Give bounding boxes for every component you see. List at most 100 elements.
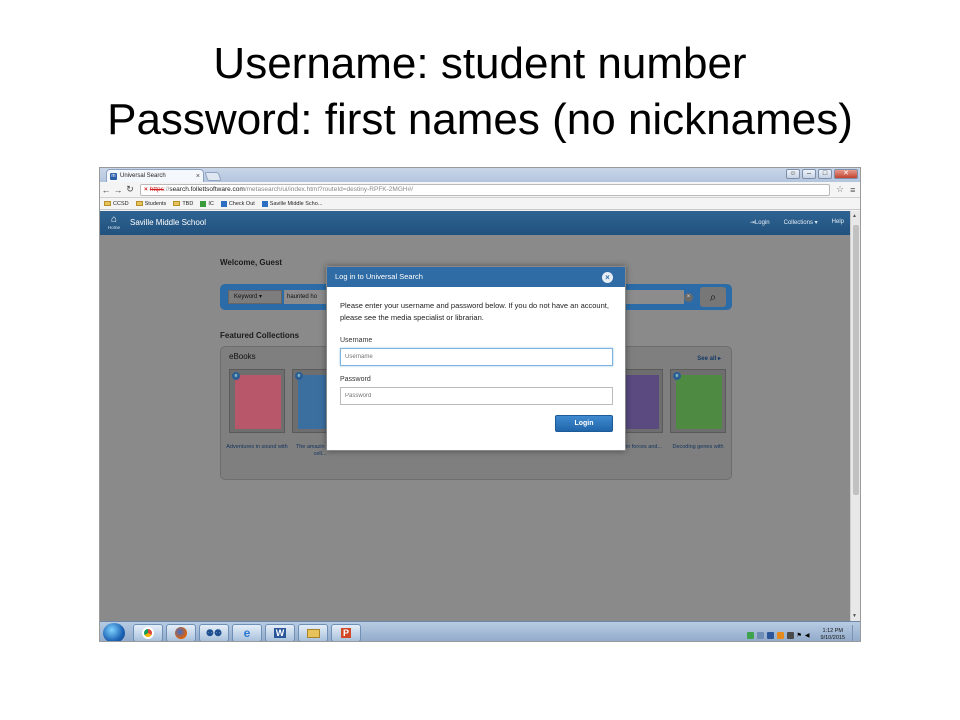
start-button-icon[interactable] (103, 623, 125, 641)
scroll-up-icon[interactable]: ▲ (852, 213, 857, 219)
folder-icon (135, 201, 143, 206)
forward-icon[interactable]: → (112, 185, 124, 195)
powerpoint-icon[interactable]: P (331, 624, 361, 641)
window-close-icon[interactable]: ✕ (834, 169, 858, 179)
bookmark-tbd[interactable]: TBD (173, 201, 193, 207)
ebook-badge-icon: e (295, 372, 303, 380)
page-scrollbar[interactable]: ▲ ▼ (850, 211, 860, 621)
folder-icon (104, 201, 111, 206)
book-card[interactable]: e (229, 369, 285, 433)
book-title-link[interactable]: Adventures in sound with (226, 444, 288, 451)
tray-app-icon[interactable] (776, 631, 784, 639)
ebook-badge-icon: e (673, 372, 681, 380)
school-name: Saville Middle School (130, 218, 207, 227)
bookmark-students[interactable]: Students (135, 201, 166, 207)
user-icon[interactable]: ☺ (786, 169, 800, 179)
home-label: Home (107, 225, 120, 230)
search-type-select[interactable]: Keyword ▾ (228, 290, 282, 304)
ic-icon (200, 200, 207, 207)
slide-title: Username: student number Password: first… (0, 36, 960, 148)
slide: Username: student number Password: first… (0, 0, 960, 720)
minimize-icon[interactable]: – (802, 169, 816, 179)
title-line-2: Password: first names (no nicknames) (107, 95, 853, 144)
home-icon: ⌂ (110, 214, 118, 225)
tab-strip: m Universal Search × ☺ – □ ✕ (100, 168, 860, 182)
login-link[interactable]: ⇥Login (750, 219, 770, 226)
action-center-icon[interactable] (786, 631, 794, 639)
tab-universal-search[interactable]: m Universal Search × (106, 169, 204, 182)
chrome-icon[interactable] (133, 624, 163, 641)
ebook-badge-icon: e (232, 372, 240, 380)
password-field[interactable] (340, 387, 613, 405)
back-icon[interactable]: ← (100, 185, 112, 195)
people-icon[interactable]: ⚉⚉ (199, 624, 229, 641)
clock-date: 9/10/2015 (820, 635, 845, 641)
search-icon: ⌕ (709, 290, 717, 304)
bookmark-saville[interactable]: Saville Middle Scho... (261, 200, 322, 207)
url-path: /metasearch/ui/index.html?routeId=destin… (244, 185, 413, 193)
chevron-right-icon: ▸ (717, 356, 721, 362)
destiny-icon (261, 200, 268, 207)
collection-title: eBooks (229, 352, 256, 361)
folder-icon (173, 201, 181, 206)
flag-icon[interactable]: ⚑ (797, 632, 802, 639)
insecure-lock-icon: × (144, 185, 148, 193)
network-icon[interactable] (766, 631, 774, 639)
clock-time: 1:12 PM (822, 628, 843, 634)
tab-close-icon[interactable]: × (196, 173, 200, 180)
book-title-link[interactable]: Decoding genes with (667, 444, 729, 451)
ie-icon[interactable]: e (232, 624, 262, 641)
app-header: ⌂ Home Saville Middle School ⇥Login Coll… (100, 211, 852, 235)
new-tab-button[interactable] (204, 172, 222, 181)
browser-toolbar: ← → ↻ × https:// search.follettsoftware.… (100, 182, 860, 198)
see-all-link[interactable]: See all ▸ (697, 355, 721, 362)
tray-app-icon[interactable] (746, 631, 754, 639)
clock[interactable]: 1:12 PM 9/10/2015 (820, 628, 845, 641)
word-icon[interactable]: W (265, 624, 295, 641)
volume-icon[interactable]: ◀ (805, 632, 810, 639)
username-field[interactable] (340, 348, 613, 366)
explorer-icon[interactable] (298, 624, 328, 641)
scroll-thumb[interactable] (853, 225, 859, 495)
address-bar[interactable]: × https:// search.follettsoftware.com /m… (140, 183, 830, 196)
bookmark-ic[interactable]: IC (200, 200, 214, 207)
bookmark-ccsd[interactable]: CCSD (104, 201, 129, 207)
welcome-heading: Welcome, Guest (220, 258, 283, 267)
help-link[interactable]: Help (832, 219, 844, 226)
bookmark-star-icon[interactable]: ☆ (836, 184, 844, 195)
bookmarks-bar: CCSD Students TBD IC Check Out Saville M… (100, 198, 860, 210)
dialog-instructions: Please enter your username and password … (340, 301, 609, 322)
chevron-down-icon: ▾ (814, 220, 818, 226)
featured-collections-heading: Featured Collections (220, 331, 300, 340)
password-label: Password (340, 376, 371, 383)
dialog-header: Log in to Universal Search × (327, 267, 625, 287)
book-card[interactable]: e (670, 369, 726, 433)
login-dialog: Log in to Universal Search × Please ente… (326, 266, 626, 451)
search-button[interactable]: ⌕ (700, 287, 726, 307)
reload-icon[interactable]: ↻ (124, 184, 136, 195)
home-button[interactable]: ⌂ Home (105, 214, 123, 230)
login-button[interactable]: Login (555, 415, 613, 432)
title-line-1: Username: student number (213, 39, 747, 88)
bookmark-check-out[interactable]: Check Out (220, 200, 255, 207)
scroll-down-icon[interactable]: ▼ (852, 613, 857, 619)
username-label: Username (340, 337, 373, 344)
browser-screenshot: m Universal Search × ☺ – □ ✕ ← → ↻ × htt… (99, 167, 861, 642)
dialog-title: Log in to Universal Search (335, 272, 423, 281)
show-desktop-button[interactable] (852, 625, 858, 641)
windows-taskbar: ⚉⚉ e W P ⚑ ◀ 1:12 PM 9/10/2015 (100, 621, 860, 641)
clear-search-icon[interactable]: × (684, 293, 693, 302)
tab-title: Universal Search (120, 173, 166, 179)
header-nav: ⇥Login Collections ▾ Help (750, 219, 844, 226)
collections-menu[interactable]: Collections ▾ (784, 219, 818, 226)
destiny-icon (220, 200, 227, 207)
firefox-icon[interactable] (166, 624, 196, 641)
destiny-favicon-icon: m (110, 172, 117, 180)
maximize-icon[interactable]: □ (818, 169, 832, 179)
dialog-close-icon[interactable]: × (602, 272, 613, 283)
chrome-menu-icon[interactable]: ≡ (850, 185, 855, 195)
window-controls: ☺ – □ ✕ (786, 169, 858, 179)
book-cover (235, 375, 281, 429)
caret-down-icon: ▾ (259, 294, 263, 300)
tray-app-icon[interactable] (756, 631, 764, 639)
